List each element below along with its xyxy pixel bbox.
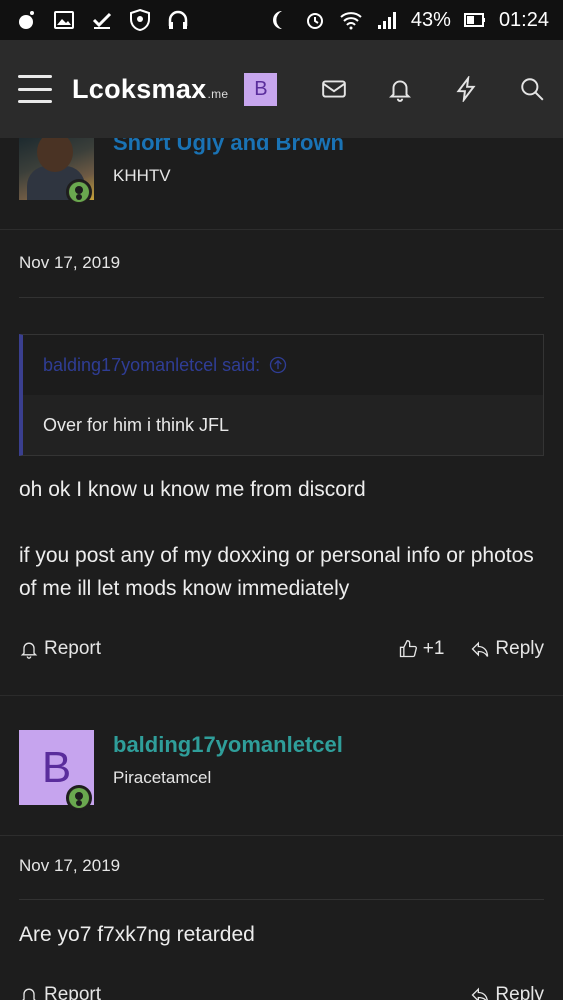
post-actions: Report +1 Reply <box>0 629 563 669</box>
signal-icon <box>375 8 399 32</box>
logo-suffix: .me <box>207 86 229 101</box>
logo-text: Lcoksmax <box>72 73 207 104</box>
image-icon <box>52 8 76 32</box>
post-message-line: oh ok I know u know me from discord <box>19 478 366 501</box>
status-bar: 43% 01:24 <box>0 0 563 40</box>
post-date[interactable]: Nov 17, 2019 <box>0 253 563 273</box>
bell-icon <box>20 642 38 659</box>
quote-text: Over for him i think JFL <box>43 414 230 435</box>
thread-content: Short Ugly and Brown KHHTV Nov 17, 2019 … <box>0 138 563 1000</box>
bell-icon[interactable] <box>387 76 413 102</box>
moon-icon <box>267 8 291 32</box>
bell-icon <box>22 988 36 1000</box>
battery-percent: 43% <box>410 8 451 31</box>
account-avatar[interactable]: B <box>244 72 278 106</box>
lightning-icon[interactable] <box>453 76 479 102</box>
user-title: Piracetamcel <box>113 768 212 787</box>
reply-button[interactable]: Reply <box>470 984 544 1000</box>
post-header: Short Ugly and Brown KHHTV <box>0 138 563 230</box>
shield-icon <box>128 8 152 32</box>
search-icon[interactable] <box>519 76 545 102</box>
online-status-icon <box>66 785 92 811</box>
report-button[interactable]: Report <box>19 638 101 660</box>
post-message-line: Are yo7 f7xk7ng retarded <box>19 923 255 946</box>
top-navigation: Lcoksmax.me B <box>0 40 563 138</box>
clock-time: 01:24 <box>498 8 549 31</box>
like-button[interactable]: +1 <box>398 638 445 660</box>
wifi-icon <box>339 8 363 32</box>
username-link[interactable]: Short Ugly and Brown <box>113 138 344 156</box>
reply-label: Reply <box>495 984 544 1000</box>
post-header: B balding17yomanletcel Piracetamcel <box>0 730 563 836</box>
inbox-icon[interactable] <box>321 76 347 102</box>
like-count: +1 <box>422 638 445 659</box>
online-status-icon <box>66 179 92 205</box>
battery-icon <box>463 8 487 32</box>
quote-author[interactable]: balding17yomanletcel said: <box>43 355 260 376</box>
report-label: Report <box>44 984 102 1000</box>
headphones-icon <box>166 8 190 32</box>
post-date[interactable]: Nov 17, 2019 <box>0 856 563 876</box>
reply-button[interactable]: Reply <box>470 638 544 660</box>
thumbs-up-icon <box>399 639 417 658</box>
report-label: Report <box>44 638 102 659</box>
username-link[interactable]: balding17yomanletcel <box>113 732 343 758</box>
menu-icon[interactable] <box>18 75 52 103</box>
reply-label: Reply <box>495 638 544 659</box>
site-logo[interactable]: Lcoksmax.me <box>72 74 228 105</box>
checkmark-icon <box>90 8 114 32</box>
arrow-up-circle-icon[interactable] <box>268 355 288 375</box>
post-message-line: if you post any of my doxxing or persona… <box>19 544 534 600</box>
user-title: KHHTV <box>113 166 171 185</box>
quote-block: balding17yomanletcel said: Over for him … <box>19 334 544 456</box>
report-button[interactable]: Report <box>19 984 101 1000</box>
reply-icon <box>471 641 489 657</box>
reply-icon <box>471 987 489 1000</box>
quote-header[interactable]: balding17yomanletcel said: <box>23 335 543 395</box>
post-actions: Report Reply <box>0 975 563 1000</box>
reddit-icon <box>14 8 38 32</box>
alarm-icon <box>303 8 327 32</box>
